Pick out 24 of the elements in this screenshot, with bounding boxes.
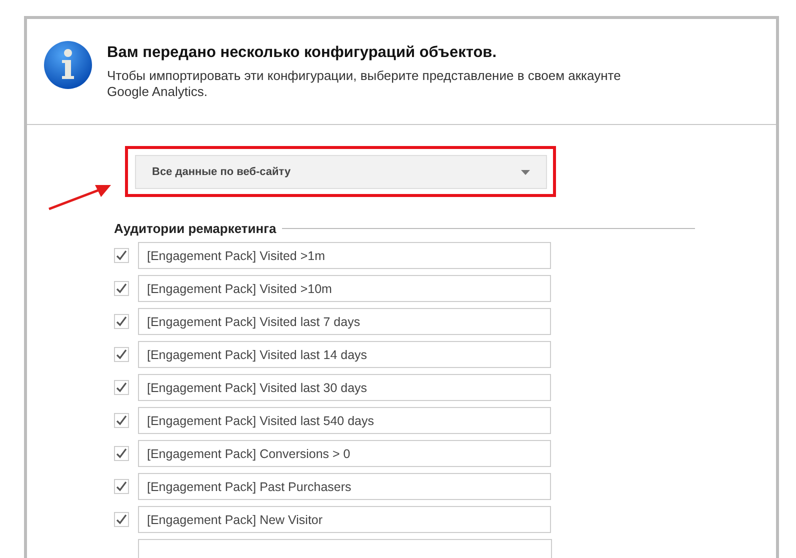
notice-text: Чтобы импортировать эти конфигурации, выберите представление в своем аккаунте Google Analytics. xyxy=(107,68,622,100)
checkbox[interactable] xyxy=(114,314,129,329)
audience-field[interactable]: [Engagement Pack] Visited last 7 days xyxy=(138,308,551,335)
notice-title: Вам передано несколько конфигураций объектов. xyxy=(107,44,498,62)
audience-field[interactable]: [Engagement Pack] Visited last 30 days xyxy=(138,374,551,401)
checkbox[interactable] xyxy=(114,281,129,296)
view-select[interactable]: Все данные по веб-сайту xyxy=(135,155,547,189)
info-icon xyxy=(43,40,93,90)
checkbox[interactable] xyxy=(114,413,129,428)
audience-field[interactable]: [Engagement Pack] Visited last 14 days xyxy=(138,341,551,368)
checkbox[interactable] xyxy=(114,479,129,494)
audience-field[interactable]: [Engagement Pack] Visited last 540 days xyxy=(138,407,551,434)
section-title: Аудитории ремаркетинга xyxy=(114,221,276,236)
audience-field[interactable]: [Engagement Pack] Visited >1m xyxy=(138,242,551,269)
caret-icon xyxy=(521,170,530,174)
audience-field[interactable]: [Engagement Pack] Conversions > 0 xyxy=(138,440,551,467)
audience-field[interactable]: [Engagement Pack] Visited >10m xyxy=(138,275,551,302)
checkbox[interactable] xyxy=(114,380,129,395)
audience-field[interactable]: [Engagement Pack] Past Purchasers xyxy=(138,473,551,500)
checkbox[interactable] xyxy=(114,248,129,263)
checkbox[interactable] xyxy=(114,512,129,527)
checkbox[interactable] xyxy=(114,446,129,461)
checkbox[interactable] xyxy=(114,347,129,362)
audience-field[interactable]: [Engagement Pack] New Visitor xyxy=(138,506,551,533)
